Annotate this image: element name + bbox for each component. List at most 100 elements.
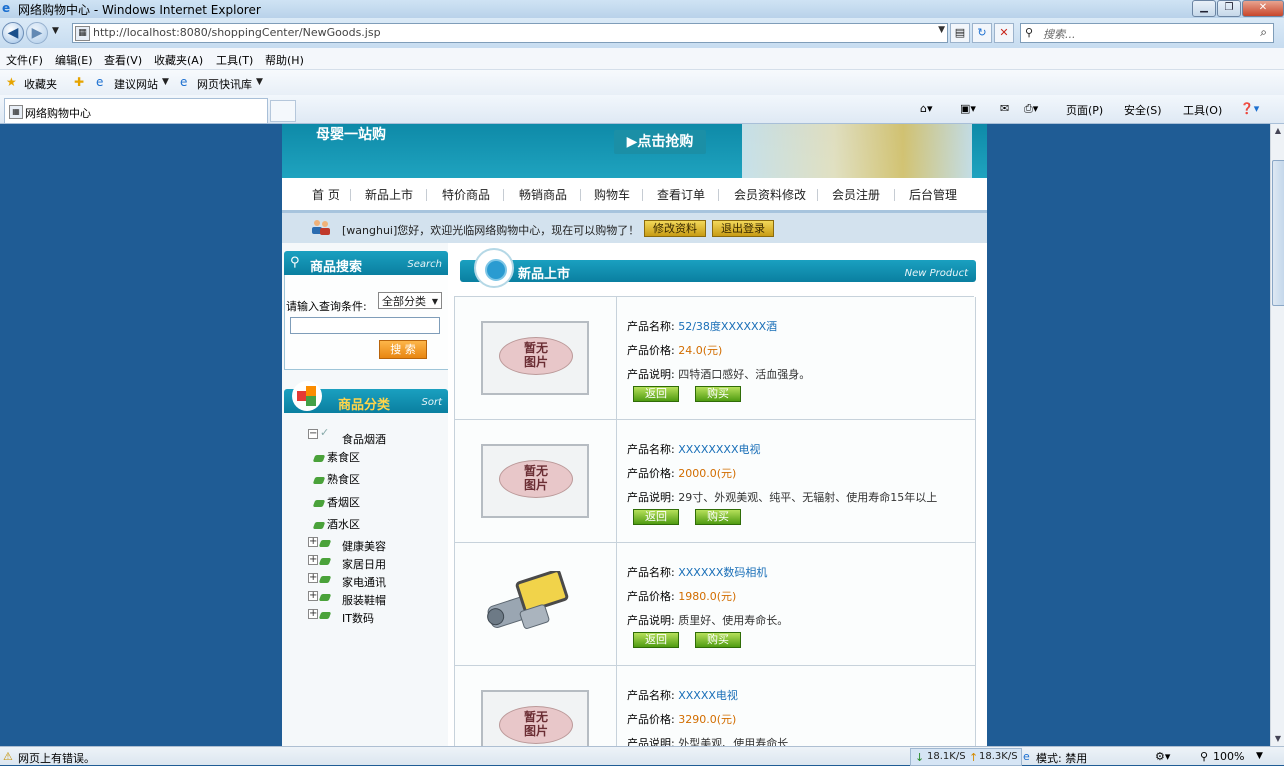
suggested-dropdown-icon[interactable]: ▼ [162,77,169,87]
tree-node-label[interactable]: 服装鞋帽 [342,592,386,608]
tree-leaf-label[interactable]: 素食区 [327,451,360,464]
no-image-placeholder[interactable]: 暂无 图片 [481,444,589,518]
nav-profile[interactable]: 会员资料修改 [734,186,806,203]
tree-node-label[interactable]: 家电通讯 [342,574,386,590]
suggested-sites-link[interactable]: 建议网站 [114,76,158,92]
menu-file[interactable]: 文件(F) [6,52,43,68]
menu-tools[interactable]: 工具(T) [216,52,253,68]
buy-button[interactable]: 购买 [695,386,741,402]
tree-node-label[interactable]: IT数码 [342,610,374,626]
tree-leaf-1[interactable]: 熟食区 [312,471,360,487]
tree-node-label[interactable]: 家居日用 [342,556,386,572]
address-dropdown-icon[interactable]: ▼ [938,25,945,35]
back-button[interactable]: ◀ [2,22,24,44]
tree-leaf-label[interactable]: 酒水区 [327,518,360,531]
camera-image[interactable] [483,571,573,635]
tab-active[interactable]: ▦ 网络购物中心 [4,98,268,123]
zoom-dropdown-icon[interactable]: ▼ [1256,751,1263,761]
product-name[interactable]: XXXXXXXX电视 [678,443,760,456]
keyword-input[interactable] [290,317,440,334]
no-image-placeholder[interactable]: 暂无 图片 [481,321,589,395]
new-tab-button[interactable] [270,100,296,122]
address-bar[interactable]: ▦ http://localhost:8080/shoppingCenter/N… [72,23,948,43]
back-button[interactable]: 返回 [633,509,679,525]
menu-help[interactable]: 帮助(H) [265,52,304,68]
tab-title[interactable]: 网络购物中心 [25,105,91,121]
security-zone-icon[interactable]: ⚙▾ [1155,750,1170,763]
tree-leaf-3[interactable]: 酒水区 [312,516,360,532]
scroll-thumb[interactable] [1272,160,1284,306]
tree-root-food[interactable]: 食品烟酒 [342,431,386,447]
zoom-icon[interactable]: ⚲ [1200,750,1208,763]
page-menu[interactable]: 页面(P) [1066,102,1103,118]
no-image-placeholder[interactable]: 暂无 图片 [481,690,589,746]
menu-edit[interactable]: 编辑(E) [55,52,93,68]
tree-leaf-label[interactable]: 熟食区 [327,473,360,486]
tree-node-1[interactable] [318,554,333,567]
tree-leaf-label[interactable]: 香烟区 [327,496,360,509]
expand-icon[interactable]: + [308,591,318,601]
home-icon[interactable]: ⌂▾ [920,102,933,115]
tree-node-4[interactable] [318,608,333,621]
product-name[interactable]: 52/38度XXXXXX酒 [678,320,777,333]
back-button[interactable]: 返回 [633,386,679,402]
product-name[interactable]: XXXXXX数码相机 [678,566,767,579]
buy-button[interactable]: 购买 [695,509,741,525]
nav-bestsellers[interactable]: 畅销商品 [519,186,567,203]
category-select-value[interactable]: 全部分类 [382,295,426,308]
scroll-up-icon[interactable]: ▲ [1271,124,1284,138]
warning-icon[interactable]: ⚠ [3,750,13,763]
minimize-button[interactable]: ▁ [1192,0,1216,17]
menu-favorites[interactable]: 收藏夹(A) [154,52,203,68]
buy-button[interactable]: 购买 [695,632,741,648]
expand-icon[interactable]: + [308,537,318,547]
tree-node-0[interactable] [318,536,333,549]
expand-icon[interactable]: + [308,573,318,583]
edit-profile-button[interactable]: 修改资料 [644,220,706,237]
compat-view-button[interactable]: ▤ [950,23,970,43]
nav-orders[interactable]: 查看订单 [657,186,705,203]
chevron-down-icon[interactable]: ▼ [432,293,438,310]
nav-special[interactable]: 特价商品 [442,186,490,203]
search-placeholder[interactable]: 搜索... [1043,26,1076,42]
tree-node-3[interactable] [318,590,333,603]
tree-leaf-0[interactable]: 素食区 [312,449,360,465]
expand-icon[interactable]: + [308,555,318,565]
logout-button[interactable]: 退出登录 [712,220,774,237]
print-icon[interactable]: ⎙▾ [1024,102,1038,116]
expand-icon[interactable]: + [308,609,318,619]
help-icon[interactable]: ❓▾ [1240,102,1259,115]
favorites-button[interactable]: 收藏夹 [24,76,57,92]
ie-protected-icon[interactable]: e [1023,750,1030,763]
nav-admin[interactable]: 后台管理 [909,186,957,203]
forward-button[interactable]: ▶ [26,22,48,44]
search-bar[interactable]: ⚲ 搜索... ⌕ [1020,23,1274,43]
zoom-level[interactable]: 100% [1213,750,1244,763]
nav-register[interactable]: 会员注册 [832,186,880,203]
nav-home[interactable]: 首 页 [312,186,340,203]
tree-leaf-2[interactable]: 香烟区 [312,494,360,510]
back-button[interactable]: 返回 [633,632,679,648]
search-button[interactable]: 搜 索 [379,340,427,359]
product-name[interactable]: XXXXX电视 [678,689,738,702]
scroll-down-icon[interactable]: ▼ [1271,732,1284,746]
tree-node-2[interactable] [318,572,333,585]
stop-button[interactable]: ✕ [994,23,1014,43]
web-slice-gallery-link[interactable]: 网页快讯库 [197,76,252,92]
tree-node-label[interactable]: 健康美容 [342,538,386,554]
mail-icon[interactable]: ✉ [1000,102,1009,115]
search-icon[interactable]: ⌕ [1260,25,1267,40]
banner-buy-button[interactable]: ▶点击抢购 [614,130,706,154]
close-window-button[interactable]: ✕ [1242,0,1284,17]
refresh-button[interactable]: ↻ [972,23,992,43]
nav-cart[interactable]: 购物车 [594,186,630,203]
collapse-icon[interactable]: − [308,429,318,439]
tools-menu[interactable]: 工具(O) [1183,102,1222,118]
history-dropdown-icon[interactable]: ▼ [52,26,59,36]
address-url[interactable]: http://localhost:8080/shoppingCenter/New… [93,26,381,39]
vertical-scrollbar[interactable]: ▲ ▼ [1270,124,1284,746]
add-favorite-icon[interactable]: ✚ [74,75,84,89]
feeds-icon[interactable]: ▣▾ [960,102,976,115]
restore-button[interactable]: ❐ [1217,0,1241,17]
safety-menu[interactable]: 安全(S) [1124,102,1162,118]
